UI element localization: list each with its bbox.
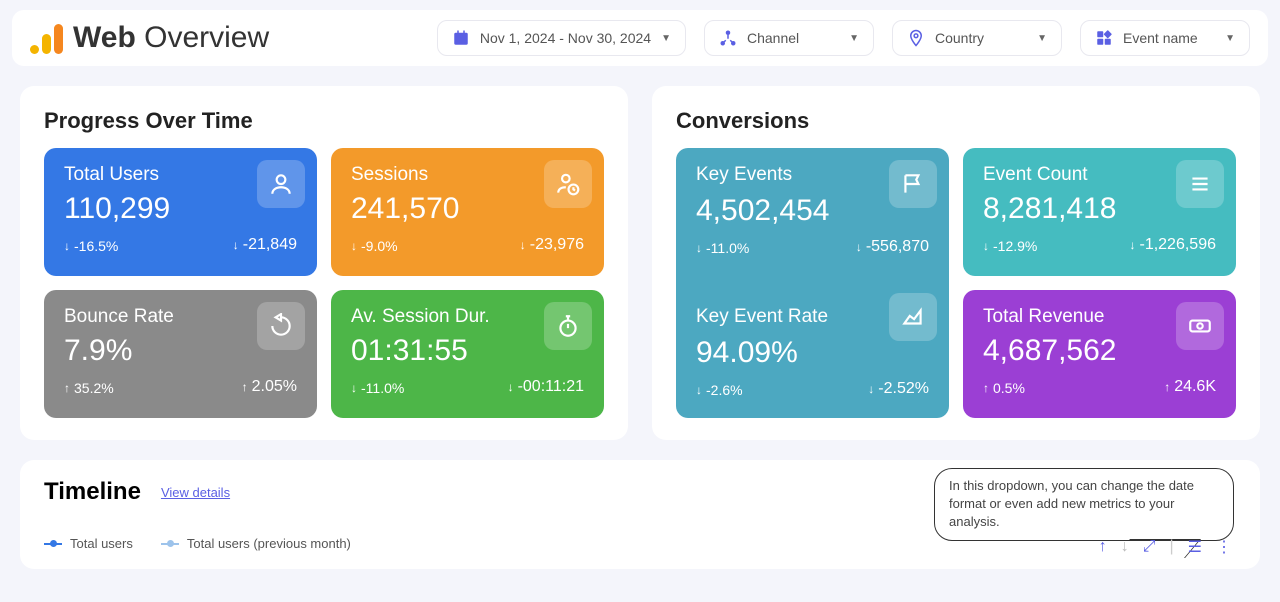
down-arrow-icon: ↓ xyxy=(696,383,702,397)
card-pct: ↑0.5% xyxy=(983,380,1025,396)
down-arrow-icon: ↓ xyxy=(233,238,239,252)
date-range-picker[interactable]: Nov 1, 2024 - Nov 30, 2024 ▼ xyxy=(437,20,686,56)
area-chart-icon xyxy=(889,293,937,341)
down-arrow-icon: ↓ xyxy=(351,381,357,395)
key-events-card[interactable]: Key Events 4,502,454 ↓-11.0%↓-556,870 Ke… xyxy=(676,148,949,418)
card-pct: ↓-9.0% xyxy=(351,238,398,254)
down-arrow-icon: ↓ xyxy=(983,239,989,253)
up-arrow-icon: ↑ xyxy=(64,381,70,395)
flag-icon xyxy=(889,160,937,208)
channel-label: Channel xyxy=(747,30,839,46)
refresh-icon xyxy=(257,302,305,350)
total-users-card[interactable]: Total Users 110,299 ↓-16.5%↓-21,849 xyxy=(44,148,317,276)
timeline-title: Timeline xyxy=(44,478,141,506)
user-clock-icon xyxy=(544,160,592,208)
date-label: Nov 1, 2024 - Nov 30, 2024 xyxy=(480,30,651,46)
down-arrow-icon: ↓ xyxy=(520,238,526,252)
legend-line-icon xyxy=(44,543,62,545)
down-arrow-icon: ↓ xyxy=(64,239,70,253)
down-arrow-icon: ↓ xyxy=(856,240,862,254)
down-arrow-icon: ↓ xyxy=(351,239,357,253)
view-details-link[interactable]: View details xyxy=(161,485,230,500)
event-count-card[interactable]: Event Count 8,281,418 ↓-12.9%↓-1,226,596 xyxy=(963,148,1236,276)
progress-title: Progress Over Time xyxy=(44,108,604,134)
card-delta: ↓-1,226,596 xyxy=(1129,236,1216,254)
card-delta: ↓-556,870 xyxy=(856,238,929,256)
filter-icon[interactable]: ☰ xyxy=(1188,537,1202,557)
drill-up-icon[interactable]: ↑ xyxy=(1099,538,1107,556)
tooltip-callout: In this dropdown, you can change the dat… xyxy=(934,468,1234,541)
down-arrow-icon: ↓ xyxy=(1129,238,1135,252)
separator: | xyxy=(1170,538,1174,556)
sessions-card[interactable]: Sessions 241,570 ↓-9.0%↓-23,976 xyxy=(331,148,604,276)
up-arrow-icon: ↑ xyxy=(242,380,248,394)
total-revenue-card[interactable]: Total Revenue 4,687,562 ↑0.5%↑24.6K xyxy=(963,290,1236,418)
chevron-down-icon: ▼ xyxy=(1225,33,1235,44)
card-delta: ↓-2.52% xyxy=(868,380,929,398)
chart-toolbar: ↑ ↓ ⤢ | ☰ ⋮ xyxy=(1099,537,1232,557)
card-pct: ↓-16.5% xyxy=(64,238,118,254)
card-value: 94.09% xyxy=(696,336,929,370)
country-label: Country xyxy=(935,30,1027,46)
money-icon xyxy=(1176,302,1224,350)
logo: Web Overview xyxy=(30,21,269,55)
progress-panel: Progress Over Time Total Users 110,299 ↓… xyxy=(20,86,628,440)
card-pct: ↑35.2% xyxy=(64,380,114,396)
chevron-down-icon: ▼ xyxy=(661,33,671,44)
legend-item: Total users xyxy=(44,536,133,551)
timeline-panel: Timeline View details Total users Total … xyxy=(20,460,1260,569)
user-icon xyxy=(257,160,305,208)
drill-down-icon[interactable]: ↓ xyxy=(1121,538,1129,556)
channel-dropdown[interactable]: Channel ▼ xyxy=(704,20,874,56)
calendar-icon xyxy=(452,29,470,47)
card-delta: ↓-00:11:21 xyxy=(508,378,584,396)
page-title: Web Overview xyxy=(73,21,269,55)
widgets-icon xyxy=(1095,29,1113,47)
country-dropdown[interactable]: Country ▼ xyxy=(892,20,1062,56)
card-delta: ↓-23,976 xyxy=(520,236,584,254)
up-arrow-icon: ↑ xyxy=(1164,380,1170,394)
down-arrow-icon: ↓ xyxy=(696,241,702,255)
card-pct: ↓-12.9% xyxy=(983,238,1037,254)
more-icon[interactable]: ⋮ xyxy=(1216,537,1232,557)
expand-icon[interactable]: ⤢ xyxy=(1143,538,1156,556)
event-label: Event name xyxy=(1123,30,1215,46)
analytics-logo-icon xyxy=(30,22,63,54)
location-icon xyxy=(907,29,925,47)
conversions-panel: Conversions Key Events 4,502,454 ↓-11.0%… xyxy=(652,86,1260,440)
down-arrow-icon: ↓ xyxy=(508,380,514,394)
card-pct: ↓-2.6% xyxy=(696,382,743,398)
legend-line-icon xyxy=(161,543,179,545)
card-delta: ↓-21,849 xyxy=(233,236,297,254)
up-arrow-icon: ↑ xyxy=(983,381,989,395)
bounce-rate-card[interactable]: Bounce Rate 7.9% ↑35.2%↑2.05% xyxy=(44,290,317,418)
chevron-down-icon: ▼ xyxy=(849,33,859,44)
header-bar: Web Overview Nov 1, 2024 - Nov 30, 2024 … xyxy=(12,10,1268,66)
card-pct: ↓-11.0% xyxy=(696,240,749,256)
conversions-title: Conversions xyxy=(676,108,1236,134)
channel-icon xyxy=(719,29,737,47)
legend-item: Total users (previous month) xyxy=(161,536,351,551)
list-icon xyxy=(1176,160,1224,208)
card-pct: ↓-11.0% xyxy=(351,380,404,396)
chevron-down-icon: ▼ xyxy=(1037,33,1047,44)
event-dropdown[interactable]: Event name ▼ xyxy=(1080,20,1250,56)
stopwatch-icon xyxy=(544,302,592,350)
card-delta: ↑2.05% xyxy=(242,378,297,396)
card-delta: ↑24.6K xyxy=(1164,378,1216,396)
down-arrow-icon: ↓ xyxy=(868,382,874,396)
avg-session-card[interactable]: Av. Session Dur. 01:31:55 ↓-11.0%↓-00:11… xyxy=(331,290,604,418)
filter-bar: Nov 1, 2024 - Nov 30, 2024 ▼ Channel ▼ C… xyxy=(437,20,1250,56)
